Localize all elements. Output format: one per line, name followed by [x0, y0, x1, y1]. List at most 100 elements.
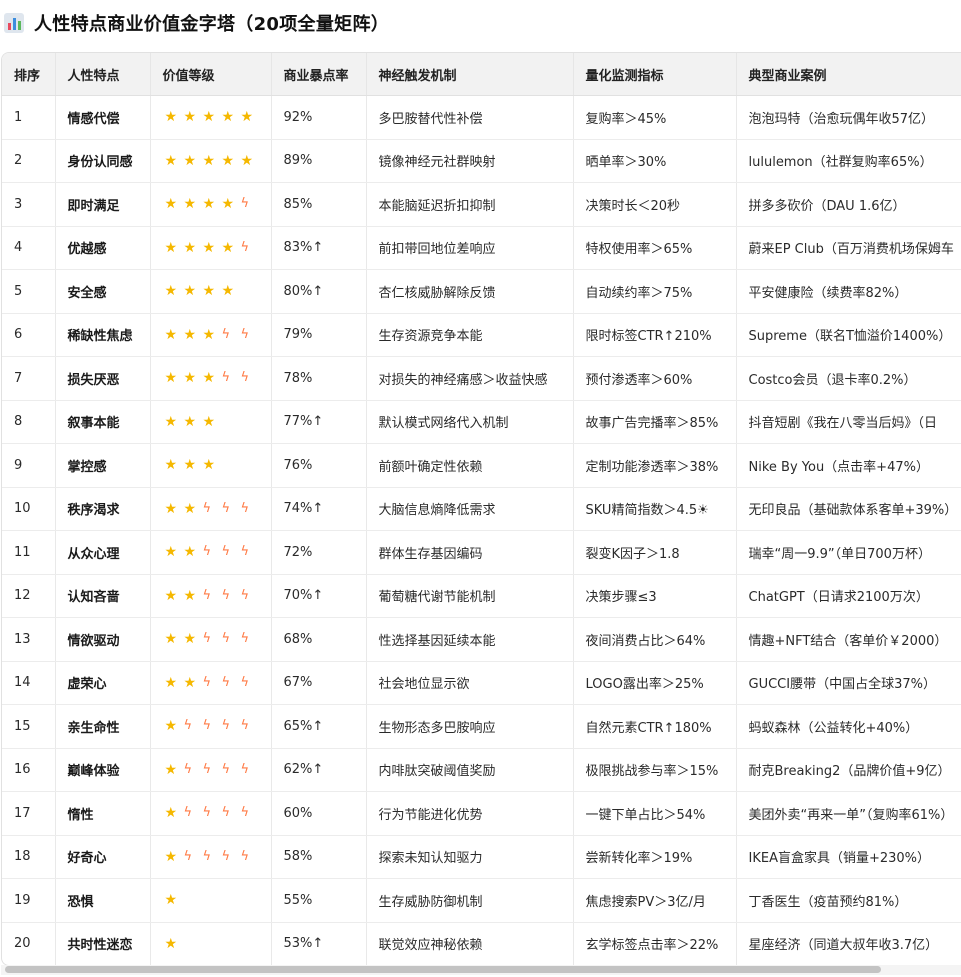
page-title: 人性特点商业价值金字塔（20项全量矩阵） — [34, 14, 390, 35]
rank-cell: 2 — [2, 139, 56, 183]
table-row[interactable]: 11 从众心理 ★ ★ ϟ ϟ ϟ 72% 群体生存基因编码 裂变K因子＞1.8 瑞幸“周一9.9”… — [2, 530, 961, 575]
star-icon: ★ — [164, 587, 178, 604]
table-row[interactable]: 13 情欲驱动 ★ ★ ϟ ϟ ϟ 68% 性选择基因延续本能 夜间消费占比＞64% 情趣+NFT结… — [2, 617, 961, 662]
lightning-icon: ϟ — [221, 500, 231, 516]
table-row[interactable]: 5 安全感 ★ ★ ★ ★ 80%↑ 杏仁核威胁解除反馈 自动续约率＞75% 平安健康险（续费率8… — [2, 269, 961, 314]
column-header-trait[interactable]: 人性特点 — [55, 53, 151, 96]
rank-cell: 11 — [2, 530, 56, 575]
monitoring-metric: 夜间消费占比＞64% — [573, 617, 737, 662]
lightning-icon: ϟ — [240, 587, 250, 603]
value-rating: ★ ★ ★ ★ — [150, 269, 272, 314]
star-icon: ★ — [164, 805, 178, 822]
scrollbar-thumb[interactable] — [5, 966, 881, 973]
burst-rate: 74%↑ — [271, 487, 367, 531]
lightning-icon: ϟ — [221, 848, 231, 864]
burst-rate: 76% — [271, 443, 367, 488]
star-icon: ★ — [221, 196, 235, 213]
lightning-icon: ϟ — [240, 500, 250, 516]
star-icon: ★ — [240, 109, 254, 126]
lightning-icon: ϟ — [221, 761, 231, 777]
lightning-icon: ϟ — [240, 718, 250, 734]
table-row[interactable]: 15 亲生命性 ★ ϟ ϟ ϟ ϟ 65%↑ 生物形态多巴胺响应 自然元素CTR↑180% 蚂蚁森林… — [2, 704, 961, 749]
lightning-icon: ϟ — [221, 544, 231, 560]
burst-rate: 92% — [271, 95, 367, 140]
column-header-rank[interactable]: 排序 — [2, 53, 56, 96]
column-header-mechanism[interactable]: 神经触发机制 — [366, 53, 574, 96]
value-rating: ★ ★ ϟ ϟ ϟ — [150, 574, 272, 618]
rank-cell: 14 — [2, 661, 56, 705]
trait-name: 叙事本能 — [55, 400, 151, 444]
business-case: 泡泡玛特（治愈玩偶年收57亿） — [736, 95, 961, 140]
value-rating: ★ ϟ ϟ ϟ ϟ — [150, 835, 272, 879]
trait-name: 优越感 — [55, 226, 151, 270]
star-icon: ★ — [164, 935, 178, 952]
burst-rate: 83%↑ — [271, 226, 367, 270]
table-row[interactable]: 9 掌控感 ★ ★ ★ 76% 前额叶确定性依赖 定制功能渗透率＞38% Nike By You… — [2, 443, 961, 488]
table-row[interactable]: 17 惰性 ★ ϟ ϟ ϟ ϟ 60% 行为节能进化优势 一键下单占比＞54% 美团外卖“再来一单”… — [2, 791, 961, 836]
star-icon: ★ — [164, 631, 178, 648]
neural-mechanism: 默认模式网络代入机制 — [366, 400, 574, 444]
star-icon: ★ — [202, 152, 216, 169]
table-row[interactable]: 12 认知吝啬 ★ ★ ϟ ϟ ϟ 70%↑ 葡萄糖代谢节能机制 决策步骤≤3 ChatGPT（日请… — [2, 574, 961, 618]
table-row[interactable]: 6 稀缺性焦虑 ★ ★ ★ ϟ ϟ 79% 生存资源竞争本能 限时标签CTR↑210% Suprem… — [2, 313, 961, 357]
burst-rate: 70%↑ — [271, 574, 367, 618]
lightning-icon: ϟ — [240, 805, 250, 821]
business-case: IKEA盲盒家具（销量+230%） — [736, 835, 961, 879]
neural-mechanism: 镜像神经元社群映射 — [366, 139, 574, 183]
lightning-icon: ϟ — [221, 674, 231, 690]
monitoring-metric: 故事广告完播率＞85% — [573, 400, 737, 444]
monitoring-metric: SKU精简指数＞4.5☀ — [573, 487, 737, 531]
horizontal-scrollbar[interactable] — [1, 965, 961, 975]
lightning-icon: ϟ — [183, 761, 193, 777]
column-header-level[interactable]: 价值等级 — [150, 53, 272, 96]
neural-mechanism: 行为节能进化优势 — [366, 791, 574, 836]
table-row[interactable]: 3 即时满足 ★ ★ ★ ★ ϟ 85% 本能脑延迟折扣抑制 决策时长＜20秒 拼多多砍价（DAU … — [2, 182, 961, 227]
star-icon: ★ — [202, 326, 216, 343]
table-row[interactable]: 20 共时性迷恋 ★ 53%↑ 联觉效应神秘依赖 玄学标签点击率＞22% 星座经济（同道大叔… — [2, 922, 961, 965]
rank-cell: 8 — [2, 400, 56, 444]
table-row[interactable]: 1 情感代偿 ★ ★ ★ ★ ★ 92% 多巴胺替代性补偿 复购率＞45% 泡泡玛特（治愈玩偶年收5… — [2, 95, 961, 140]
burst-rate: 80%↑ — [271, 269, 367, 314]
value-rating: ★ ϟ ϟ ϟ ϟ — [150, 791, 272, 836]
value-rating: ★ ϟ ϟ ϟ ϟ — [150, 704, 272, 749]
lightning-icon: ϟ — [240, 848, 250, 864]
value-rating: ★ ★ ★ ★ ★ — [150, 139, 272, 183]
value-rating: ★ ★ ★ ★ ★ — [150, 95, 272, 140]
table-row[interactable]: 19 恐惧 ★ 55% 生存威胁防御机制 焦虑搜索PV＞3亿/月 丁香医生（疫苗预约81%） — [2, 878, 961, 923]
table-row[interactable]: 10 秩序渴求 ★ ★ ϟ ϟ ϟ 74%↑ 大脑信息熵降低需求 SKU精简指数＞4.5☀ 无印良品… — [2, 487, 961, 531]
neural-mechanism: 生存资源竞争本能 — [366, 313, 574, 357]
table-row[interactable]: 8 叙事本能 ★ ★ ★ 77%↑ 默认模式网络代入机制 故事广告完播率＞85% 抖音短剧《我在… — [2, 400, 961, 444]
column-header-case[interactable]: 典型商业案例 — [736, 53, 961, 96]
star-icon: ★ — [164, 196, 178, 213]
burst-rate: 89% — [271, 139, 367, 183]
table-row[interactable]: 7 损失厌恶 ★ ★ ★ ϟ ϟ 78% 对损失的神经痛感＞收益快感 预付渗透率＞60% Costc… — [2, 356, 961, 401]
table-row[interactable]: 16 巅峰体验 ★ ϟ ϟ ϟ ϟ 62%↑ 内啡肽突破阈值奖励 极限挑战参与率＞15% 耐克Bre… — [2, 748, 961, 792]
business-case: 瑞幸“周一9.9”（单日700万杯） — [736, 530, 961, 575]
lightning-icon: ϟ — [240, 544, 250, 560]
monitoring-metric: 预付渗透率＞60% — [573, 356, 737, 401]
burst-rate: 55% — [271, 878, 367, 923]
business-case: Nike By You（点击率+47%） — [736, 443, 961, 488]
table-row[interactable]: 14 虚荣心 ★ ★ ϟ ϟ ϟ 67% 社会地位显示欲 LOGO露出率＞25% GUCCI腰带（中… — [2, 661, 961, 705]
star-icon: ★ — [202, 413, 216, 430]
lightning-icon: ϟ — [240, 196, 250, 212]
business-case: GUCCI腰带（中国占全球37%） — [736, 661, 961, 705]
table-container[interactable]: 排序 人性特点 价值等级 商业暴点率 神经触发机制 量化监测指标 典型商业案例 … — [1, 52, 961, 966]
table-row[interactable]: 18 好奇心 ★ ϟ ϟ ϟ ϟ 58% 探索未知认知驱力 尝新转化率＞19% IKEA盲盒家具（销… — [2, 835, 961, 879]
business-case: Supreme（联名T恤溢价1400%） — [736, 313, 961, 357]
monitoring-metric: 决策步骤≤3 — [573, 574, 737, 618]
business-case: 抖音短剧《我在八零当后妈》（日 — [736, 400, 961, 444]
lightning-icon: ϟ — [202, 848, 212, 864]
column-header-rate[interactable]: 商业暴点率 — [271, 53, 367, 96]
trait-name: 秩序渴求 — [55, 487, 151, 531]
trait-name: 惰性 — [55, 791, 151, 836]
column-header-metric[interactable]: 量化监测指标 — [573, 53, 737, 96]
monitoring-metric: 决策时长＜20秒 — [573, 182, 737, 227]
star-icon: ★ — [183, 370, 197, 387]
neural-mechanism: 大脑信息熵降低需求 — [366, 487, 574, 531]
star-icon: ★ — [202, 283, 216, 300]
star-icon: ★ — [183, 674, 197, 691]
neural-mechanism: 内啡肽突破阈值奖励 — [366, 748, 574, 792]
table-row[interactable]: 2 身份认同感 ★ ★ ★ ★ ★ 89% 镜像神经元社群映射 晒单率＞30% lululemon（… — [2, 139, 961, 183]
table-row[interactable]: 4 优越感 ★ ★ ★ ★ ϟ 83%↑ 前扣带回地位差响应 特权使用率＞65% 蔚来EP Club… — [2, 226, 961, 270]
